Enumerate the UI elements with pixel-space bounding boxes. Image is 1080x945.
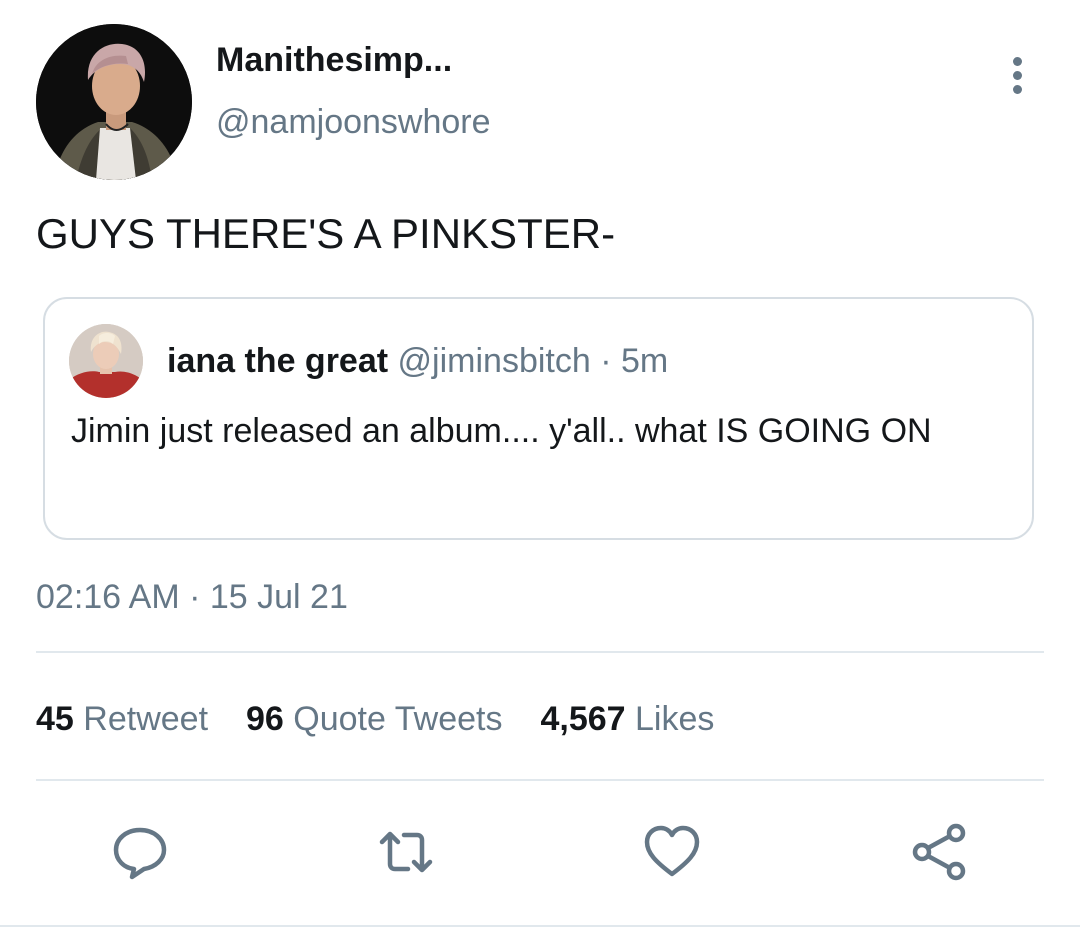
quoted-time-ago: 5m bbox=[621, 342, 669, 380]
author-handle[interactable]: @namjoonswhore bbox=[216, 100, 491, 144]
more-options-icon bbox=[1012, 56, 1022, 66]
author-display-name[interactable]: Manithesimp... bbox=[216, 38, 452, 82]
quoted-tweet-header: iana the great @jiminsbitch · 5m bbox=[167, 339, 668, 383]
reply-button[interactable] bbox=[108, 820, 172, 884]
divider bbox=[0, 925, 1080, 927]
tweet-stats: 45 Retweet 96 Quote Tweets 4,567 Likes bbox=[36, 697, 714, 741]
likes-label: Likes bbox=[635, 700, 715, 738]
quoted-tweet-text: Jimin just released an album.... y'all..… bbox=[71, 412, 932, 450]
share-button[interactable] bbox=[908, 820, 972, 884]
quote-tweets-label: Quote Tweets bbox=[293, 700, 503, 738]
like-button[interactable] bbox=[640, 820, 704, 884]
more-options-button[interactable] bbox=[996, 50, 1038, 100]
quoted-author-name: iana the great bbox=[167, 342, 389, 380]
retweet-button[interactable] bbox=[374, 820, 438, 884]
more-options-icon-dot bbox=[1012, 70, 1022, 80]
more-options-icon-dot bbox=[1012, 84, 1022, 94]
reply-icon bbox=[113, 827, 167, 880]
retweet-stat[interactable]: 45 Retweet bbox=[36, 697, 208, 741]
likes-stat[interactable]: 4,567 Likes bbox=[540, 697, 714, 741]
retweet-icon bbox=[379, 831, 433, 873]
divider bbox=[36, 651, 1044, 653]
quoted-author-avatar bbox=[69, 324, 143, 398]
like-icon bbox=[644, 825, 700, 877]
quoted-meta-separator: · bbox=[600, 342, 612, 380]
quoted-author-handle: @jiminsbitch bbox=[397, 342, 591, 380]
retweet-count: 45 bbox=[36, 700, 74, 738]
quoted-author-avatar-image bbox=[69, 324, 143, 398]
share-icon bbox=[912, 823, 966, 881]
quote-tweets-count: 96 bbox=[246, 700, 284, 738]
quote-tweets-stat[interactable]: 96 Quote Tweets bbox=[246, 697, 502, 741]
retweet-label: Retweet bbox=[83, 700, 209, 738]
tweet-text: GUYS THERE'S A PINKSTER- bbox=[36, 210, 616, 257]
likes-count: 4,567 bbox=[540, 700, 626, 738]
quoted-tweet-card[interactable]: iana the great @jiminsbitch · 5m Jimin j… bbox=[43, 297, 1034, 540]
author-avatar[interactable] bbox=[36, 24, 192, 180]
tweet-timestamp: 02:16 AM · 15 Jul 21 bbox=[36, 578, 348, 616]
divider bbox=[36, 779, 1044, 781]
author-avatar-image bbox=[36, 24, 192, 180]
